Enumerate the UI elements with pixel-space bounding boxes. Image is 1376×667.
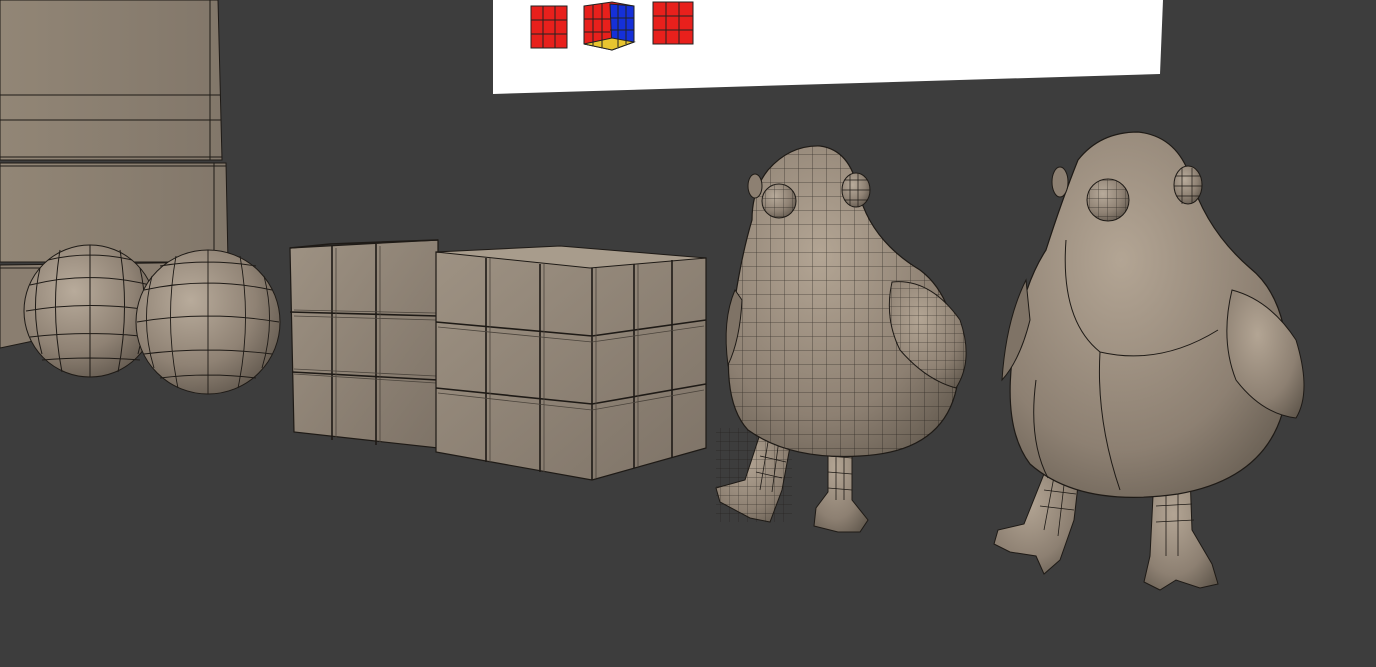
sphere-subdivided[interactable] <box>135 249 281 395</box>
bird-low-poly[interactable] <box>715 145 967 533</box>
rubiks-cube-side-icon <box>652 1 694 45</box>
3d-viewport[interactable] <box>0 0 1376 667</box>
bird-smooth[interactable] <box>993 131 1305 591</box>
bird-smooth-eye-right <box>1173 165 1203 205</box>
cube-grid-right[interactable] <box>435 245 707 481</box>
bird-low-poly-eye-right <box>841 172 871 208</box>
cube-grid-left[interactable] <box>289 239 439 449</box>
rubiks-cube-3d-icon <box>583 1 636 51</box>
rubiks-cube-front-icon <box>530 5 568 49</box>
reference-image-panel[interactable] <box>493 0 1163 94</box>
sphere-low-poly[interactable] <box>23 244 157 378</box>
